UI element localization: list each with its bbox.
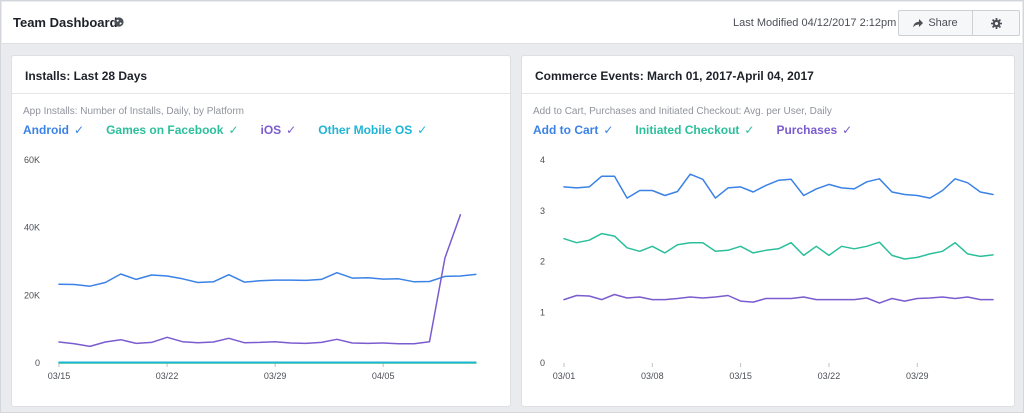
dashboard-frame: Team Dashboard Last Modified 04/12/2017 … (0, 0, 1024, 413)
y-tick-label: 1 (540, 307, 545, 317)
series-line-purchases (563, 293, 994, 304)
dashboard-header: Team Dashboard Last Modified 04/12/2017 … (2, 2, 1022, 44)
x-tick-label: 03/15 (729, 371, 752, 381)
gear-icon (990, 17, 1002, 29)
settings-button[interactable] (972, 10, 1020, 36)
x-tick-label: 03/22 (156, 371, 179, 381)
commerce-line-chart: 0 1 2 3 4 03/01 03/08 03/15 03/22 03/29 (540, 155, 994, 381)
y-tick-label: 4 (540, 155, 545, 165)
share-arrow-icon (913, 18, 924, 27)
x-tick-label: 03/01 (553, 371, 576, 381)
y-tick-label: 60K (24, 155, 40, 165)
y-tick-label: 20K (24, 290, 40, 300)
x-tick-label: 03/15 (48, 371, 71, 381)
y-tick-label: 2 (540, 257, 545, 267)
x-tick-label: 03/22 (818, 371, 841, 381)
y-tick-label: 40K (24, 223, 40, 233)
y-tick-label: 3 (540, 206, 545, 216)
installs-panel: Installs: Last 28 Days App Installs: Num… (11, 55, 511, 407)
x-tick-label: 03/08 (641, 371, 664, 381)
x-tick-label: 03/29 (264, 371, 287, 381)
share-button[interactable]: Share (898, 10, 973, 36)
globe-icon (114, 17, 124, 27)
last-modified-text: Last Modified 04/12/2017 2:12pm (733, 17, 897, 29)
dashboard-title: Team Dashboard (13, 15, 118, 30)
series-line-initiated-checkout (563, 232, 994, 260)
series-line-add-to-cart (563, 173, 994, 199)
y-tick-label: 0 (540, 358, 545, 368)
installs-line-chart: 0 20K 40K 60K 03/15 03/22 03/29 04/05 (24, 155, 477, 381)
x-tick-label: 03/29 (906, 371, 929, 381)
y-tick-label: 0 (35, 358, 40, 368)
series-line-android (58, 271, 477, 287)
share-button-label: Share (928, 17, 958, 29)
x-tick-label: 04/05 (372, 371, 395, 381)
commerce-panel: Commerce Events: March 01, 2017-April 04… (521, 55, 1015, 407)
